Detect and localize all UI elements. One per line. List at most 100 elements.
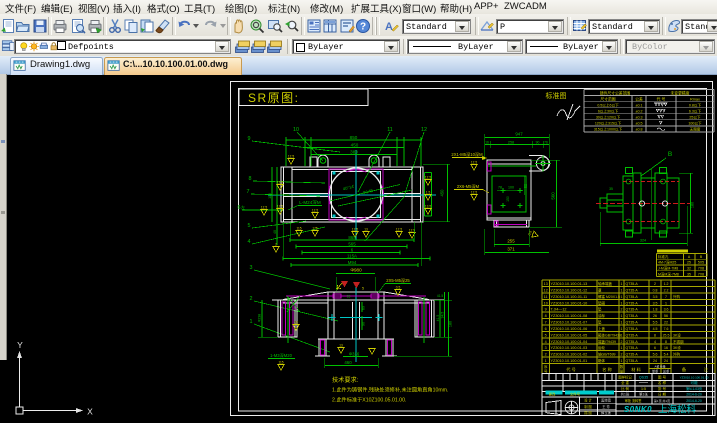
- svg-text:2: 2: [621, 353, 623, 357]
- svg-text:12.5: 12.5: [425, 175, 431, 179]
- svg-text:螺塞 M20X1.5: 螺塞 M20X1.5: [598, 294, 620, 299]
- svg-text:0.5以上6以下: 0.5以上6以下: [597, 102, 619, 107]
- svg-text:4: 4: [654, 340, 656, 344]
- svg-text:Φ238: Φ238: [258, 314, 262, 322]
- svg-text:41.5: 41.5: [437, 294, 443, 298]
- svg-text:5.4: 5.4: [664, 353, 669, 357]
- svg-text:35: 35: [609, 187, 613, 191]
- svg-text:轴承端盖: 轴承端盖: [598, 281, 612, 286]
- svg-text:代 号: 代 号: [657, 96, 666, 101]
- svg-text:40: 40: [273, 230, 277, 234]
- svg-text:5.5: 5.5: [653, 321, 658, 325]
- svg-text:YZ3010.10.100.01-03: YZ3010.10.100.01-03: [551, 346, 588, 350]
- svg-text:QT35-A: QT35-A: [626, 359, 639, 363]
- svg-text:12.5: 12.5: [409, 228, 415, 232]
- svg-text:SR原图:: SR原图:: [248, 91, 300, 105]
- svg-text:S0NK0: S0NK0: [624, 405, 652, 414]
- svg-text:2X5-M5深25: 2X5-M5深25: [386, 277, 410, 284]
- svg-text:13.5: 13.5: [425, 204, 431, 208]
- svg-text:10: 10: [544, 301, 548, 305]
- svg-text:L-M24深M: L-M24深M: [299, 199, 321, 206]
- svg-text:设 计: 设 计: [584, 398, 592, 403]
- svg-text:Φ980: Φ980: [350, 268, 362, 273]
- svg-text:3: 3: [545, 346, 547, 350]
- svg-text:2014-6-20: 2014-6-20: [686, 393, 702, 397]
- svg-text:图 号: 图 号: [658, 375, 667, 380]
- svg-text:箱体GB/T9439: 箱体GB/T9439: [598, 332, 621, 337]
- svg-text:YZ3010.10.100.01-10: YZ3010.10.100.01-10: [551, 301, 588, 305]
- svg-text:56: 56: [664, 314, 668, 318]
- svg-text:2.此件标准于X10Z100.05.01.00.: 2.此件标准于X10Z100.05.01.00.: [332, 396, 406, 404]
- svg-text:QT35-A: QT35-A: [626, 308, 639, 312]
- svg-text:2X6-M5深M: 2X6-M5深M: [457, 183, 480, 190]
- svg-text:第1页 共1页: 第1页 共1页: [654, 398, 670, 403]
- svg-text:3K设: 3K设: [673, 332, 681, 337]
- svg-text:8: 8: [249, 176, 252, 182]
- svg-text:日 期: 日 期: [658, 392, 666, 397]
- svg-text:QT35-A: QT35-A: [626, 327, 639, 331]
- svg-text:7X8: 7X8: [698, 272, 704, 276]
- svg-text:7.6: 7.6: [664, 327, 669, 331]
- svg-text:10: 10: [293, 127, 299, 133]
- svg-text:YZ3010.10.100-01-11: YZ3010.10.100-01-11: [551, 295, 588, 299]
- svg-text:5.6: 5.6: [653, 353, 658, 357]
- svg-text:4M-7深M25: 4M-7深M25: [658, 260, 676, 265]
- svg-text:1-M3深M20: 1-M3深M20: [270, 352, 293, 359]
- svg-text:1: 1: [621, 333, 623, 337]
- svg-text:张 号: 张 号: [658, 386, 667, 391]
- svg-text:0.5: 0.5: [396, 285, 401, 289]
- svg-text:铸件尺寸公差范围: 铸件尺寸公差范围: [600, 90, 631, 95]
- svg-text:外购: 外购: [673, 294, 681, 299]
- svg-text:YZ3010.10.100.01-07: YZ3010.10.100.01-07: [551, 321, 588, 325]
- svg-text:100以下: 100以下: [688, 122, 702, 126]
- svg-text:850: 850: [350, 135, 358, 140]
- svg-text:±0.8: ±0.8: [636, 128, 643, 132]
- svg-text:12.5: 12.5: [277, 180, 283, 184]
- svg-text:2: 2: [545, 353, 547, 357]
- svg-text:第1张: 第1张: [639, 392, 648, 397]
- svg-text:QT35-A: QT35-A: [626, 321, 639, 325]
- svg-text:X: X: [87, 407, 93, 417]
- svg-text:量: 量: [620, 369, 624, 374]
- svg-text:T.JI4—12: T.JI4—12: [551, 308, 567, 312]
- svg-text:258: 258: [508, 141, 514, 145]
- svg-text:35: 35: [687, 272, 691, 276]
- svg-text:25.5: 25.5: [663, 333, 670, 337]
- svg-text:箱体: 箱体: [598, 358, 606, 363]
- svg-text:175: 175: [312, 226, 318, 230]
- svg-text:1: 1: [621, 314, 623, 318]
- svg-text:±0.5: ±0.5: [636, 122, 643, 126]
- svg-text:QS35: QS35: [639, 376, 648, 380]
- svg-text:Φ326: Φ326: [349, 352, 360, 357]
- svg-text:QT35-A: QT35-A: [626, 333, 639, 337]
- svg-text:齿轮: 齿轮: [598, 345, 606, 350]
- svg-text:技术要求:: 技术要求:: [332, 376, 359, 384]
- svg-text:6以上30以下: 6以上30以下: [598, 109, 619, 114]
- svg-text:947: 947: [515, 132, 523, 137]
- svg-text:115: 115: [278, 360, 283, 364]
- svg-text:12.5: 12.5: [396, 227, 402, 231]
- svg-text:22: 22: [664, 321, 668, 325]
- svg-text:标准孔: 标准孔: [658, 254, 669, 259]
- svg-text:QT35-A: QT35-A: [626, 288, 639, 292]
- svg-text:2: 2: [621, 308, 623, 312]
- svg-text:制 图: 制 图: [584, 404, 592, 409]
- svg-text:41.5: 41.5: [436, 315, 440, 322]
- svg-text:30以上120以下: 30以上120以下: [596, 115, 621, 120]
- svg-text:QT35-A: QT35-A: [626, 340, 639, 344]
- svg-text:15: 15: [347, 295, 351, 299]
- svg-text:7: 7: [545, 321, 547, 325]
- svg-text:460: 460: [344, 360, 352, 365]
- svg-text:文件号: 文件号: [570, 392, 581, 397]
- svg-text:12.5: 12.5: [471, 190, 477, 194]
- svg-text:总重: 总重: [663, 369, 670, 374]
- svg-text:115: 115: [296, 226, 301, 230]
- svg-text:25: 25: [687, 261, 691, 265]
- svg-text:第N-1-03页: 第N-1-03页: [686, 386, 702, 391]
- svg-text:4.5: 4.5: [653, 327, 658, 331]
- svg-text:1: 1: [250, 319, 253, 325]
- svg-text:3: 3: [250, 265, 253, 271]
- svg-text:6: 6: [545, 327, 547, 331]
- svg-text:M94: M94: [348, 260, 357, 265]
- svg-text:1: 1: [621, 295, 623, 299]
